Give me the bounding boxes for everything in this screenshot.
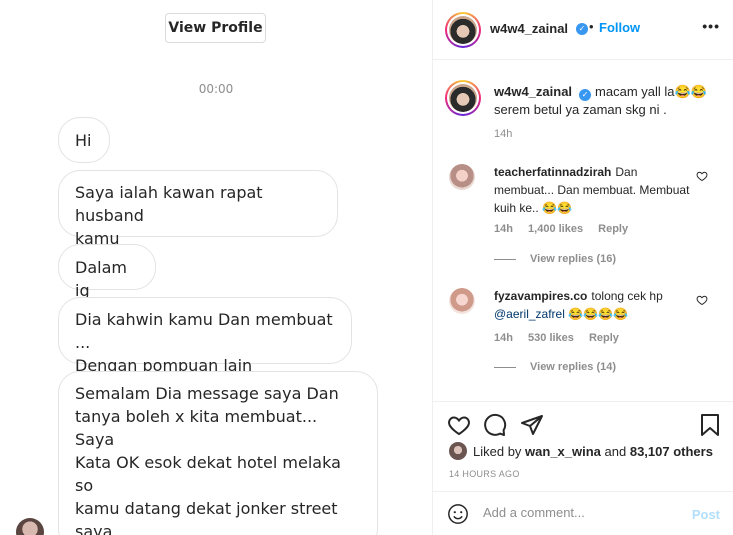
comment-meta: 14h 530 likes Reply bbox=[494, 332, 631, 344]
more-options-icon[interactable]: ••• bbox=[702, 18, 720, 34]
reply-button[interactable]: Reply bbox=[589, 332, 619, 344]
comment-likes[interactable]: 530 likes bbox=[528, 332, 574, 344]
view-replies-button[interactable]: View replies (14) bbox=[494, 361, 616, 373]
chat-message: Saya ialah kawan rapat husband kamu bbox=[58, 170, 338, 248]
caption-avatar[interactable] bbox=[445, 80, 481, 116]
emoji-icon[interactable] bbox=[447, 503, 469, 525]
post-panel: w4w4_zainal ✓ • Follow ••• w4w4_zainal ✓ m… bbox=[432, 0, 733, 535]
replies-divider bbox=[494, 366, 516, 368]
comment-time: 14h bbox=[494, 332, 513, 344]
comment-username[interactable]: teacherfatinnadzirah bbox=[494, 165, 611, 179]
view-replies-label[interactable]: View replies (16) bbox=[530, 253, 616, 265]
view-profile-button[interactable]: View Profile bbox=[165, 13, 266, 43]
post-button[interactable]: Post bbox=[692, 507, 720, 522]
comment: fyzavampires.co tolong cek hp @aeril_zafre… bbox=[494, 287, 699, 323]
mention-link[interactable]: @aeril_zafrel bbox=[494, 307, 565, 321]
likes-middle: and bbox=[600, 443, 630, 459]
posted-time[interactable]: 14 HOURS AGO bbox=[449, 469, 520, 479]
comment: teacherfatinnadzirah Dan membuat... Dan m… bbox=[494, 163, 699, 217]
sender-avatar bbox=[16, 518, 44, 535]
comment-likes[interactable]: 1,400 likes bbox=[528, 223, 583, 235]
verified-badge-icon: ✓ bbox=[579, 89, 592, 101]
comment-emoji: 😂😂😂😂 bbox=[564, 307, 628, 321]
caption: w4w4_zainal ✓ macam yall la😂😂 serem betul … bbox=[494, 83, 724, 119]
comment-username[interactable]: fyzavampires.co bbox=[494, 289, 587, 303]
caption-time[interactable]: 14h bbox=[494, 128, 512, 140]
comment-box: Post bbox=[433, 491, 733, 535]
liker-avatar[interactable] bbox=[449, 442, 467, 460]
reply-button[interactable]: Reply bbox=[598, 223, 628, 235]
comment-avatar[interactable] bbox=[449, 288, 475, 314]
post-header: w4w4_zainal ✓ • Follow ••• bbox=[433, 0, 733, 60]
chat-message: Hi bbox=[58, 117, 110, 163]
comment-input[interactable] bbox=[483, 505, 673, 520]
liker-username[interactable]: wan_x_wina bbox=[525, 444, 601, 459]
chat-message: Semalam Dia message saya Dan tanya boleh… bbox=[58, 371, 378, 535]
chat-screenshot: View Profile 00:00 Hi Saya ialah kawan r… bbox=[0, 0, 432, 535]
like-heart-icon[interactable] bbox=[447, 413, 471, 437]
likes-count[interactable]: 83,107 others bbox=[630, 444, 713, 459]
comment-like-heart-icon[interactable] bbox=[696, 294, 708, 306]
follow-button[interactable]: Follow bbox=[599, 20, 640, 35]
comment-bubble-icon[interactable] bbox=[483, 413, 507, 437]
likes-summary: Liked by wan_x_wina and 83,107 others bbox=[449, 441, 713, 461]
chat-timestamp: 00:00 bbox=[198, 82, 234, 96]
view-replies-button[interactable]: View replies (16) bbox=[494, 253, 616, 265]
replies-divider bbox=[494, 258, 516, 260]
header-username[interactable]: w4w4_zainal bbox=[490, 21, 568, 36]
comment-time: 14h bbox=[494, 223, 513, 235]
comment-text: tolong cek hp bbox=[591, 289, 663, 303]
comment-like-heart-icon[interactable] bbox=[696, 170, 708, 182]
separator-dot: • bbox=[589, 19, 594, 34]
caption-username[interactable]: w4w4_zainal bbox=[494, 84, 572, 99]
comment-meta: 14h 1,400 likes Reply bbox=[494, 223, 640, 235]
save-bookmark-icon[interactable] bbox=[698, 413, 722, 437]
verified-badge-icon: ✓ bbox=[576, 23, 588, 35]
share-paper-plane-icon[interactable] bbox=[520, 413, 544, 437]
profile-avatar[interactable] bbox=[445, 12, 481, 48]
chat-message: Dalam ig bbox=[58, 244, 156, 300]
view-replies-label[interactable]: View replies (14) bbox=[530, 361, 616, 373]
likes-prefix: Liked by bbox=[473, 443, 526, 459]
comment-avatar[interactable] bbox=[449, 164, 475, 190]
chat-message: Dia kahwin kamu Dan membuat ... Dengan p… bbox=[58, 297, 352, 375]
